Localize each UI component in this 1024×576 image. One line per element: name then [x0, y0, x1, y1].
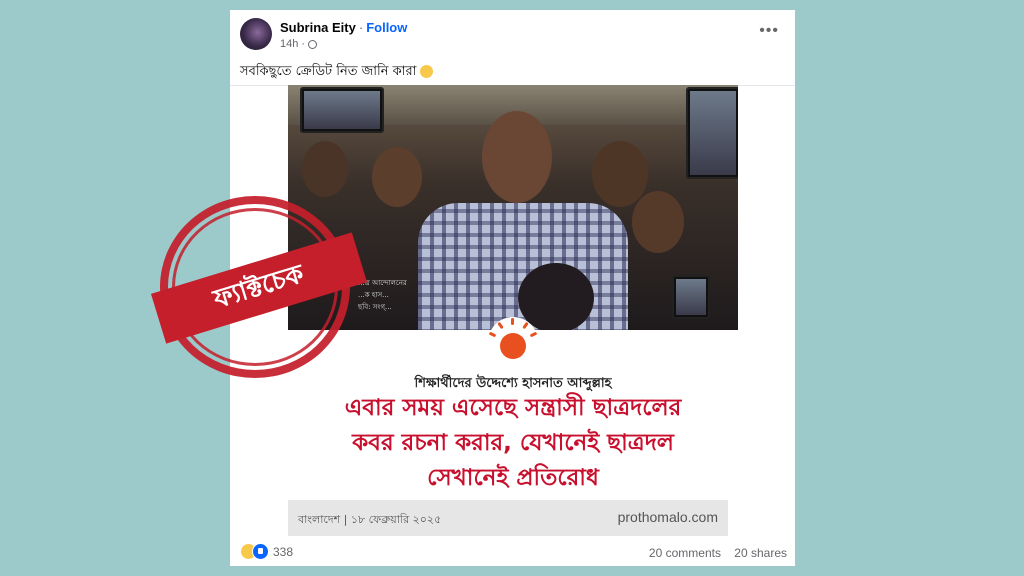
post-time[interactable]: 14h · — [280, 38, 305, 50]
crowd-person — [592, 141, 648, 207]
factcheck-stamp: ফ্যাক্টচেক — [150, 196, 368, 386]
phone-camera — [672, 275, 710, 319]
prothomalo-sun-logo — [488, 318, 538, 364]
speaker-head — [482, 111, 552, 203]
news-source: prothomalo.com — [617, 509, 718, 525]
post-header: Subrina Eity · Follow — [280, 20, 407, 35]
avatar[interactable] — [240, 18, 272, 50]
news-dateline: বাংলাদেশ | ১৮ ফেব্রুয়ারি ২০২৫ — [298, 513, 442, 526]
comments-count[interactable]: 20 comments — [649, 546, 721, 560]
engagement-stats: 20 comments 20 shares — [639, 546, 787, 560]
reactions-summary[interactable]: 338 — [240, 543, 293, 561]
like-reaction-icon — [252, 543, 269, 560]
follow-button[interactable]: Follow — [366, 20, 407, 35]
crowd-person — [372, 147, 422, 207]
headline-line: সেখানেই প্রতিরোধ — [427, 465, 599, 491]
globe-icon — [308, 39, 318, 49]
grinning-emoji-icon — [420, 65, 434, 78]
author-name[interactable]: Subrina Eity — [280, 20, 356, 35]
shares-count[interactable]: 20 shares — [734, 546, 787, 560]
more-options-icon[interactable]: ••• — [759, 22, 779, 40]
crowd-person — [632, 191, 684, 253]
crowd-person — [518, 263, 594, 330]
headline-line: কবর রচনা করার, যেখানেই ছাত্রদল — [352, 430, 674, 456]
headline: এবার সময় এসেছে সন্ত্রাসী ছাত্রদলের কবর … — [288, 391, 738, 496]
separator: · — [358, 20, 364, 35]
crowd-person — [302, 141, 348, 197]
news-footer: বাংলাদেশ | ১৮ ফেব্রুয়ারি ২০২৫ prothomal… — [288, 500, 728, 536]
caption-text: সবকিছুতে ক্রেডিট নিত জানি কারা — [240, 64, 417, 79]
phone-camera — [686, 87, 738, 179]
headline-line: এবার সময় এসেছে সন্ত্রাসী ছাত্রদলের — [344, 395, 682, 421]
post-caption: সবকিছুতে ক্রেডিট নিত জানি কারা — [240, 62, 434, 83]
phone-camera — [300, 87, 384, 133]
post-meta: 14h · — [280, 38, 318, 50]
reaction-count: 338 — [273, 544, 294, 559]
